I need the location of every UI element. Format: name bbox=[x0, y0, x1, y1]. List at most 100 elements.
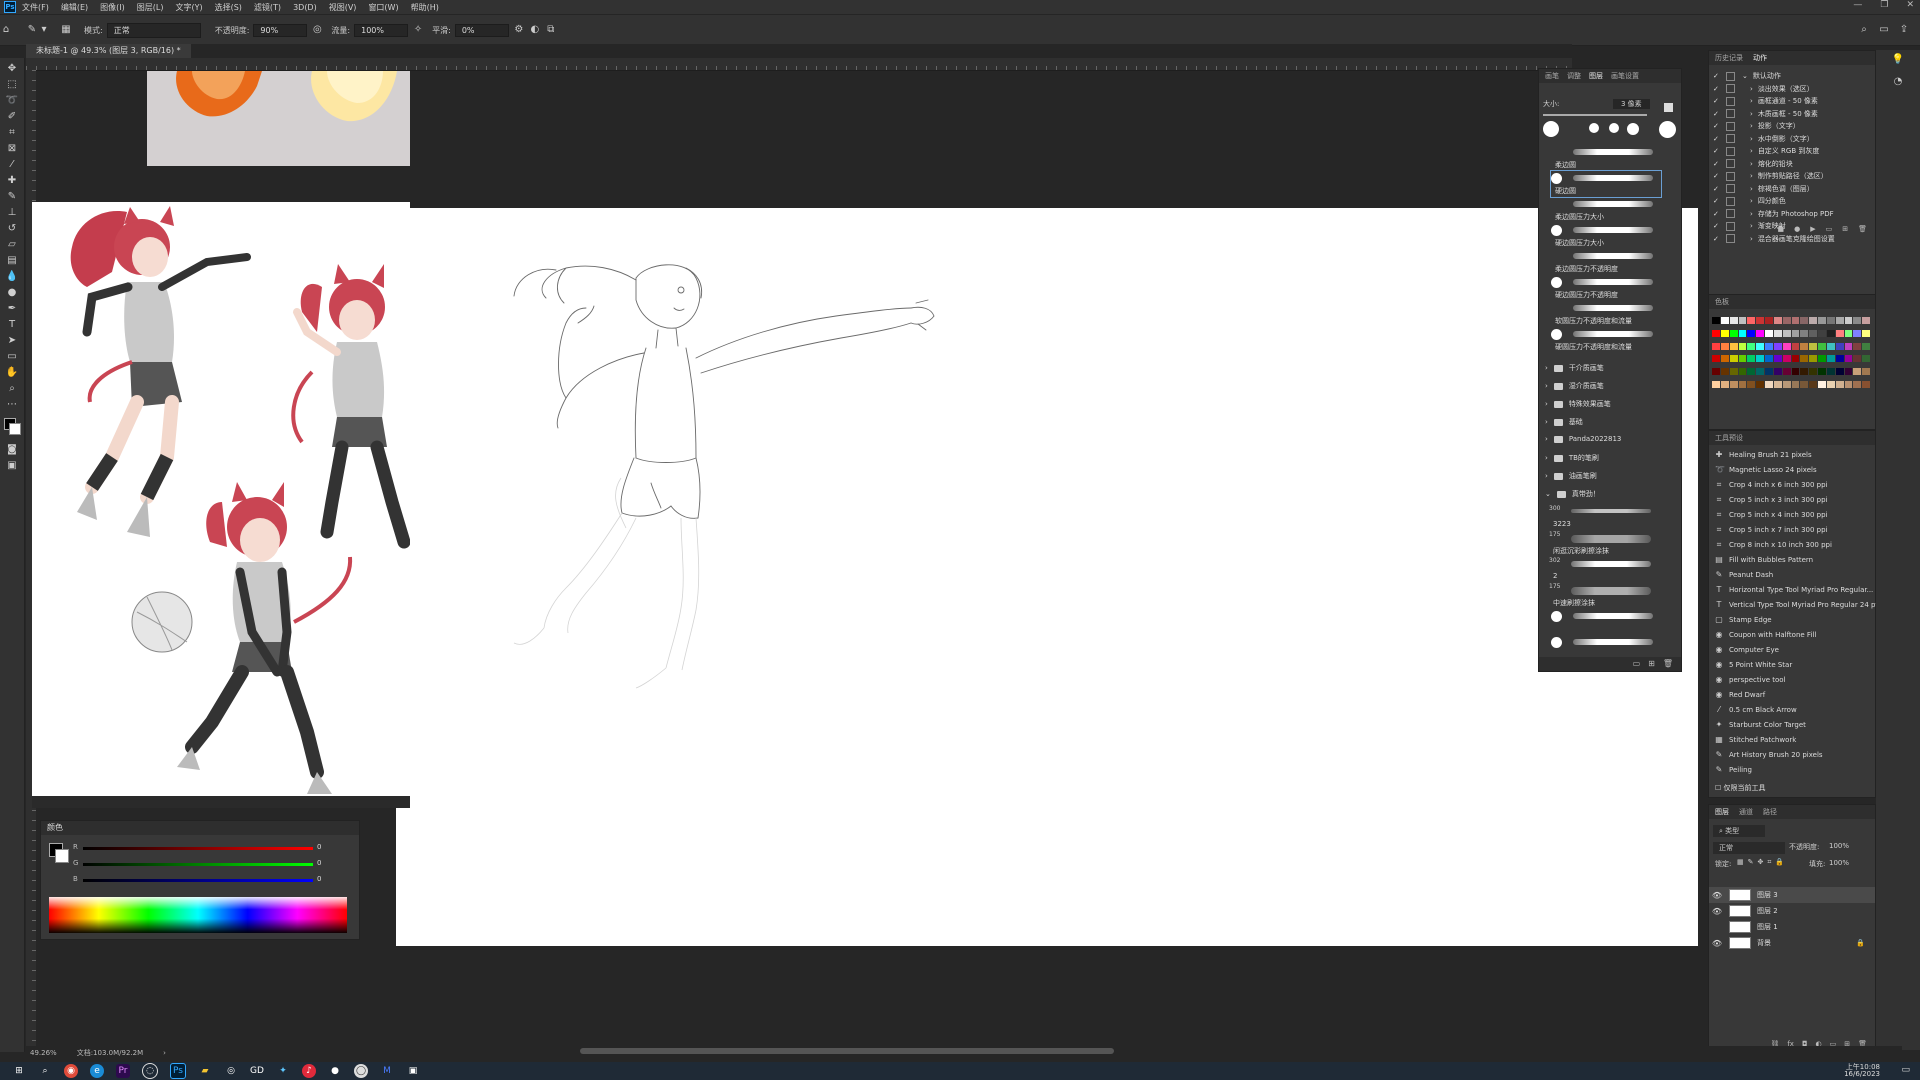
tool-preset-item[interactable]: ✦ Starburst Color Target bbox=[1715, 721, 1806, 730]
expand-icon[interactable]: › bbox=[1750, 85, 1753, 93]
flow-field[interactable]: 100% bbox=[354, 23, 409, 37]
brush-folder[interactable]: › 湿介质画笔 bbox=[1545, 381, 1604, 391]
clone-stamp-tool-icon[interactable]: ⊥ bbox=[4, 206, 20, 219]
expand-icon[interactable]: › bbox=[1750, 160, 1753, 168]
brush-item[interactable]: 302 2 bbox=[1549, 557, 1659, 583]
close-icon[interactable]: ✕ bbox=[1906, 0, 1914, 10]
action-item[interactable]: ✓ › 木质画框 - 50 像素 bbox=[1713, 109, 1818, 119]
action-item[interactable]: ✓ › 自定义 RGB 到灰度 bbox=[1713, 146, 1819, 156]
tool-preset-item[interactable]: ⌗ Crop 4 inch x 6 inch 300 ppi bbox=[1715, 481, 1828, 490]
check-icon[interactable]: ✓ bbox=[1713, 172, 1721, 180]
status-arrow-icon[interactable]: › bbox=[163, 1049, 166, 1057]
tool-preset-item[interactable]: ✎ Peiling bbox=[1715, 766, 1752, 775]
color-swatch[interactable] bbox=[1729, 329, 1738, 337]
menu-3d[interactable]: 3D(D) bbox=[293, 3, 317, 12]
color-swatch[interactable] bbox=[1782, 368, 1791, 376]
color-swatch[interactable] bbox=[1853, 381, 1862, 389]
color-swatch[interactable] bbox=[1782, 342, 1791, 350]
app-circle-icon[interactable]: ◯ bbox=[354, 1064, 368, 1078]
color-swatch[interactable] bbox=[1782, 317, 1791, 324]
brush-tool-icon[interactable]: ✎ bbox=[4, 190, 20, 203]
horizontal-ruler[interactable] bbox=[26, 58, 1572, 71]
menu-help[interactable]: 帮助(H) bbox=[411, 2, 439, 13]
app-m-icon[interactable]: M bbox=[380, 1064, 394, 1078]
color-swatch[interactable] bbox=[1729, 342, 1738, 350]
new-brush-icon[interactable]: ⊞ bbox=[1648, 657, 1655, 671]
background-color-swatch[interactable] bbox=[9, 423, 21, 435]
tool-preset-item[interactable]: T Vertical Type Tool Myriad Pro Regular 2… bbox=[1715, 601, 1879, 610]
expand-icon[interactable]: › bbox=[1750, 97, 1753, 105]
dialog-toggle-icon[interactable] bbox=[1726, 184, 1735, 193]
check-icon[interactable]: ✓ bbox=[1713, 147, 1721, 155]
healing-brush-tool-icon[interactable]: ✚ bbox=[4, 174, 20, 187]
color-swatch[interactable] bbox=[1720, 368, 1729, 376]
path-select-tool-icon[interactable]: ➤ bbox=[4, 334, 20, 347]
shape-tool-icon[interactable]: ▭ bbox=[4, 350, 20, 363]
color-swatch[interactable] bbox=[1782, 355, 1791, 363]
tab-paths[interactable]: 路径 bbox=[1763, 805, 1777, 819]
brush-size-slider[interactable] bbox=[1543, 114, 1647, 116]
action-item[interactable]: ✓ › 四分颜色 bbox=[1713, 196, 1786, 206]
color-swatch[interactable] bbox=[1809, 368, 1817, 376]
foreground-background-swatches[interactable] bbox=[4, 418, 21, 435]
lock-icons[interactable]: ▦✎✥⌗🔒 bbox=[1737, 858, 1788, 867]
brush-size-field[interactable]: 3 像素 bbox=[1613, 99, 1650, 109]
crop-tool-icon[interactable]: ⌗ bbox=[4, 126, 20, 139]
tab-layers-mini[interactable]: 图层 bbox=[1589, 69, 1603, 83]
tab-history[interactable]: 历史记录 bbox=[1715, 51, 1743, 65]
expand-icon[interactable]: ⌄ bbox=[1742, 72, 1748, 80]
color-swatch[interactable] bbox=[1809, 342, 1817, 350]
color-swatch[interactable] bbox=[1800, 355, 1809, 363]
color-swatch[interactable] bbox=[1747, 329, 1756, 337]
color-swatch[interactable] bbox=[1765, 342, 1773, 350]
slider-g-value[interactable]: 0 bbox=[317, 859, 321, 867]
color-swatch[interactable] bbox=[1853, 368, 1862, 376]
delete-icon[interactable]: 🗑 bbox=[1663, 657, 1673, 671]
color-swatch[interactable] bbox=[1809, 329, 1817, 337]
tool-preset-item[interactable]: ✚ Healing Brush 21 pixels bbox=[1715, 451, 1812, 460]
check-icon[interactable]: ✓ bbox=[1713, 185, 1721, 193]
stop-icon[interactable]: ■ bbox=[1777, 225, 1784, 239]
color-swatch[interactable] bbox=[1738, 329, 1747, 337]
tool-preset-item[interactable]: ⌗ Crop 5 inch x 4 inch 300 ppi bbox=[1715, 511, 1828, 520]
menu-view[interactable]: 视图(V) bbox=[329, 2, 357, 13]
file-explorer-icon[interactable]: ▰ bbox=[198, 1064, 212, 1078]
tool-preset-item[interactable]: ⁄ 0.5 cm Black Arrow bbox=[1715, 706, 1796, 715]
color-swatch[interactable] bbox=[1809, 355, 1817, 363]
color-swatch[interactable] bbox=[1738, 368, 1747, 376]
color-swatch[interactable] bbox=[1791, 381, 1800, 389]
action-item[interactable]: ✓ › 淡出效果（选区） bbox=[1713, 84, 1814, 94]
color-swatch[interactable] bbox=[1853, 342, 1862, 350]
obs-icon[interactable]: ◎ bbox=[224, 1064, 238, 1078]
menu-image[interactable]: 图像(I) bbox=[100, 2, 125, 13]
color-swatch[interactable] bbox=[1809, 381, 1817, 389]
move-tool-icon[interactable]: ✥ bbox=[4, 62, 20, 75]
expand-icon[interactable]: › bbox=[1750, 172, 1753, 180]
brush-item[interactable]: 175 中速刷擦涂抹 bbox=[1549, 583, 1659, 609]
slider-b[interactable] bbox=[83, 879, 313, 882]
color-swatch[interactable] bbox=[1791, 317, 1800, 324]
color-swatch[interactable] bbox=[1835, 317, 1844, 324]
color-swatch[interactable] bbox=[1729, 317, 1738, 324]
eyedropper-tool-icon[interactable]: ⁄ bbox=[4, 158, 20, 171]
slider-r-value[interactable]: 0 bbox=[317, 843, 321, 851]
record-icon[interactable]: ● bbox=[1794, 225, 1800, 239]
color-swatch[interactable] bbox=[1853, 329, 1862, 337]
color-swatch[interactable] bbox=[1712, 355, 1720, 363]
color-swatch[interactable] bbox=[1835, 329, 1844, 337]
action-set-item[interactable]: ✓ ⌄ 默认动作 bbox=[1713, 71, 1781, 81]
action-item[interactable]: ✓ › 熔化的铅块 bbox=[1713, 159, 1793, 169]
color-swatch[interactable] bbox=[1835, 342, 1844, 350]
play-icon[interactable]: ▶ bbox=[1810, 225, 1815, 239]
color-swatch[interactable] bbox=[1747, 317, 1756, 324]
menu-type[interactable]: 文字(Y) bbox=[175, 2, 202, 13]
maximize-icon[interactable]: ❐ bbox=[1880, 0, 1888, 10]
color-swatch[interactable] bbox=[1738, 381, 1747, 389]
netease-music-icon[interactable]: ♪ bbox=[302, 1064, 316, 1078]
color-swatch[interactable] bbox=[1844, 368, 1853, 376]
action-item[interactable]: ✓ › 投影（文字） bbox=[1713, 121, 1800, 131]
color-swatch[interactable] bbox=[1844, 342, 1853, 350]
premiere-icon[interactable]: Pr bbox=[116, 1064, 130, 1078]
brush-folder[interactable]: › 干介质画笔 bbox=[1545, 363, 1604, 373]
color-swatch[interactable] bbox=[1818, 368, 1826, 376]
